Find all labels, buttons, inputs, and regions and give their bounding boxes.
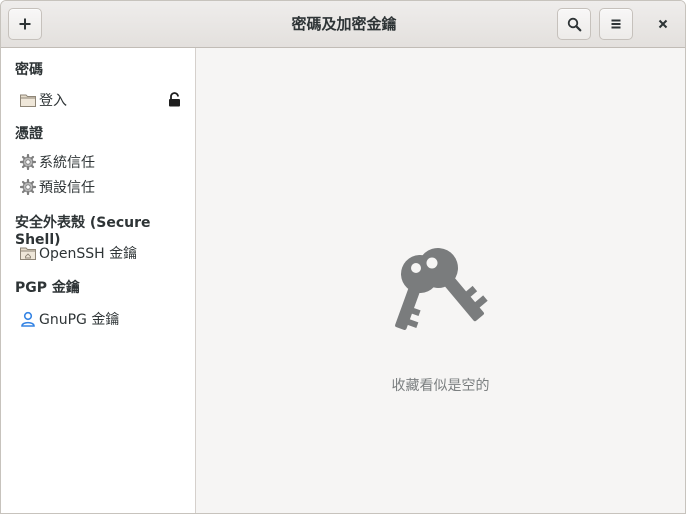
- main-menu-button[interactable]: [599, 8, 633, 40]
- sidebar-item-label: OpenSSH 金鑰: [39, 246, 138, 262]
- user-icon: [19, 310, 37, 328]
- sidebar-item-default-trust[interactable]: 預設信任: [19, 176, 189, 198]
- hamburger-menu-icon: [611, 19, 621, 29]
- search-icon: [567, 17, 581, 31]
- window-title: 密碼及加密金鑰: [291, 15, 397, 33]
- sidebar-item-login-keyring[interactable]: 登入: [19, 89, 189, 111]
- sidebar: 密碼 登入 憑證 系統信任 預設信任 安全外表殼 (Secure Shell) …: [1, 48, 196, 513]
- plus-icon: [19, 18, 31, 30]
- folder-icon: [19, 91, 37, 109]
- close-button[interactable]: [647, 8, 679, 40]
- gear-icon: [19, 153, 37, 171]
- add-button[interactable]: [8, 8, 42, 40]
- keys-icon: [386, 244, 496, 348]
- sidebar-item-system-trust[interactable]: 系統信任: [19, 151, 189, 173]
- close-icon: [658, 19, 668, 29]
- main-content-area: 收藏看似是空的: [196, 48, 685, 513]
- search-button[interactable]: [557, 8, 591, 40]
- sidebar-item-label: 登入: [39, 93, 67, 109]
- empty-collection-message: 收藏看似是空的: [391, 378, 490, 394]
- sidebar-item-openssh-keys[interactable]: OpenSSH 金鑰: [19, 242, 189, 264]
- home-folder-icon: [19, 244, 37, 262]
- section-heading-passwords: 密碼: [15, 62, 43, 78]
- sidebar-item-label: 預設信任: [39, 180, 95, 196]
- section-heading-pgp-keys: PGP 金鑰: [15, 280, 80, 296]
- lock-icon[interactable]: [168, 92, 181, 111]
- sidebar-item-gnupg-keys[interactable]: GnuPG 金鑰: [19, 308, 189, 330]
- section-heading-certificates: 憑證: [15, 126, 43, 142]
- sidebar-item-label: GnuPG 金鑰: [39, 312, 120, 328]
- app-window: 密碼及加密金鑰 密碼 登入 憑證 系統信任 預設信任 安全外表殼 (Secure…: [0, 0, 686, 514]
- header-bar: 密碼及加密金鑰: [1, 1, 685, 48]
- gear-icon: [19, 178, 37, 196]
- sidebar-item-label: 系統信任: [39, 155, 95, 171]
